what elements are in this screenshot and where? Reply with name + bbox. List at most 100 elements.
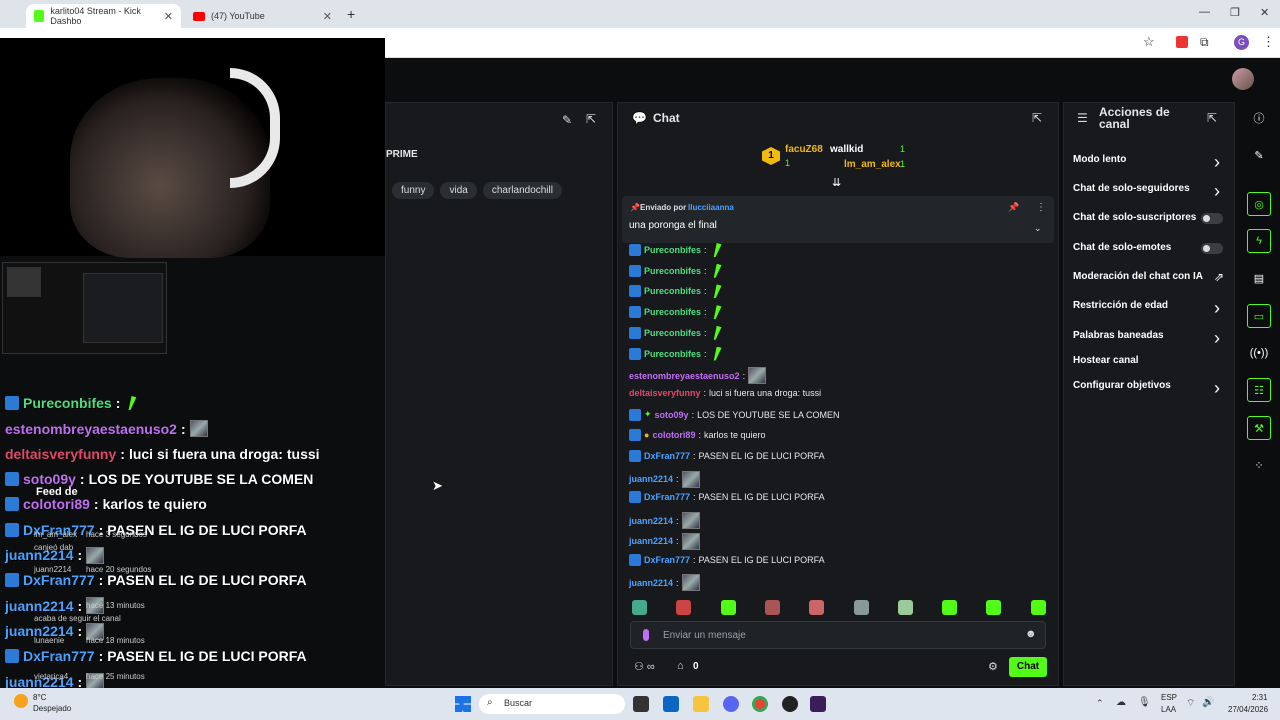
action-hostear-canal[interactable]: Hostear canal [1073, 355, 1139, 366]
chat-username[interactable]: Pureconbifes [644, 266, 701, 276]
chevron-right-icon[interactable]: › [1214, 378, 1220, 399]
wrench-icon[interactable]: ⚒ [1247, 416, 1271, 440]
emote-shortcut-icon[interactable] [676, 600, 692, 615]
chat-input[interactable]: Enviar un mensaje [663, 630, 746, 641]
emoji-icon[interactable]: ☻ [1025, 628, 1037, 640]
weather-icon[interactable] [14, 694, 28, 708]
action-restricci-n-de-edad[interactable]: Restricción de edad [1073, 300, 1168, 311]
minimize-button[interactable]: — [1199, 6, 1210, 18]
discord-icon[interactable] [723, 696, 739, 712]
chat-username[interactable]: Pureconbifes [644, 328, 701, 338]
pinned-menu-icon[interactable]: ⋮ [1036, 202, 1046, 213]
expand-leaderboard-icon[interactable]: ⇊ [832, 176, 841, 189]
new-tab-button[interactable]: + [347, 6, 355, 22]
extensions-puzzle-icon[interactable]: ⧉ [1200, 35, 1209, 50]
popout-icon[interactable]: ⇱ [586, 112, 596, 126]
leaderboard-name[interactable]: facuZ68 [785, 144, 823, 155]
app-icon[interactable] [810, 696, 826, 712]
pinned-author[interactable]: llucciiaanna [688, 203, 734, 212]
apps-icon[interactable]: ⁘ [1247, 453, 1271, 477]
lightning-icon[interactable]: ϟ [1247, 229, 1271, 253]
external-link-icon[interactable]: ⇗ [1214, 270, 1224, 284]
chat-username[interactable]: juann2214 [629, 516, 673, 526]
clock-date[interactable]: 27/04/2026 [1228, 705, 1268, 714]
user-avatar[interactable] [1232, 68, 1254, 90]
network-icon[interactable]: ☁ [1116, 697, 1126, 708]
chat-username[interactable]: DxFran777 [644, 492, 690, 502]
chat-username[interactable]: soto09y [655, 410, 689, 420]
chat-username[interactable]: colotori89 [652, 430, 695, 440]
emote-shortcut-icon[interactable] [853, 600, 869, 615]
chevron-right-icon[interactable]: › [1214, 181, 1220, 202]
toggle-switch[interactable] [1201, 243, 1223, 254]
maximize-button[interactable]: ❐ [1230, 6, 1240, 19]
channel-points-icon[interactable]: ⚇ ∞ [634, 660, 655, 673]
chevron-right-icon[interactable]: › [1214, 298, 1220, 319]
leaderboard-name[interactable]: lm_am_alex [844, 159, 901, 170]
close-tab-icon[interactable]: ✕ [323, 10, 332, 23]
chat-username[interactable]: juann2214 [629, 474, 673, 484]
action-chat-de-solo-suscriptores[interactable]: Chat de solo-suscriptores [1073, 212, 1196, 223]
tag[interactable]: vida [440, 182, 477, 199]
store-icon[interactable] [663, 696, 679, 712]
emote-shortcut-icon[interactable] [720, 600, 736, 615]
language-indicator[interactable]: ESP [1161, 693, 1177, 702]
edit-icon[interactable]: ✎ [562, 113, 572, 127]
toggle-switch[interactable] [1201, 213, 1223, 224]
chat-username[interactable]: Pureconbifes [644, 245, 701, 255]
chat-username[interactable]: Pureconbifes [644, 286, 701, 296]
emote-shortcut-icon[interactable] [809, 600, 825, 615]
camera-icon[interactable]: ◎ [1247, 192, 1271, 216]
obs-icon[interactable] [782, 696, 798, 712]
send-chat-button[interactable]: Chat [1009, 657, 1047, 677]
action-chat-de-solo-seguidores[interactable]: Chat de solo-seguidores [1073, 183, 1190, 194]
action-modo-lento[interactable]: Modo lento [1073, 154, 1126, 165]
close-window-button[interactable]: ✕ [1260, 6, 1269, 19]
wifi-icon[interactable]: ⌔ [1186, 697, 1195, 710]
folder-icon[interactable] [693, 696, 709, 712]
show-hidden-icons[interactable]: ⌃ [1096, 698, 1104, 709]
chat-icon[interactable]: ▭ [1247, 304, 1271, 328]
clock-time[interactable]: 2:31 [1252, 693, 1268, 702]
action-configurar-objetivos[interactable]: Configurar objetivos [1073, 380, 1171, 391]
tag[interactable]: funny [392, 182, 435, 199]
chevron-right-icon[interactable]: › [1214, 328, 1220, 349]
emote-shortcut-icon[interactable] [897, 600, 913, 615]
extension-icon[interactable] [1176, 36, 1188, 48]
pencil-icon[interactable]: ✎ [1247, 143, 1271, 167]
emote-shortcut-icon[interactable] [764, 600, 780, 615]
profile-avatar[interactable]: G [1234, 35, 1249, 50]
broadcast-icon[interactable]: ((•)) [1247, 341, 1271, 365]
info-icon[interactable]: ⓘ [1247, 106, 1271, 130]
volume-icon[interactable]: 🔊 [1202, 697, 1214, 708]
mic-icon[interactable] [643, 629, 649, 641]
task-view-icon[interactable] [633, 696, 649, 712]
mic-tray-icon[interactable]: 🎙 [1138, 697, 1151, 708]
chat-username[interactable]: DxFran777 [644, 451, 690, 461]
layout-icon[interactable]: ☷ [1247, 378, 1271, 402]
chat-username[interactable]: deltaisveryfunny [629, 388, 701, 398]
browser-menu-icon[interactable]: ⋮ [1262, 34, 1275, 50]
action-palabras-baneadas[interactable]: Palabras baneadas [1073, 330, 1164, 341]
gift-icon[interactable]: ⌂ [677, 660, 684, 672]
chat-username[interactable]: estenombreyaestaenuso2 [629, 371, 740, 381]
tab-youtube[interactable]: (47) YouTube ✕ [185, 4, 340, 28]
close-tab-icon[interactable]: ✕ [164, 10, 173, 23]
chat-username[interactable]: juann2214 [629, 578, 673, 588]
expand-pinned-icon[interactable]: ⌄ [1034, 223, 1042, 234]
chat-username[interactable]: Pureconbifes [644, 349, 701, 359]
emote-shortcut-icon[interactable] [632, 600, 647, 615]
action-chat-de-solo-emotes[interactable]: Chat de solo-emotes [1073, 242, 1171, 253]
bookmark-star-icon[interactable]: ☆ [1143, 34, 1155, 50]
chevron-right-icon[interactable]: › [1214, 152, 1220, 173]
chat-popout-icon[interactable]: ⇱ [1032, 111, 1042, 125]
unpin-icon[interactable]: 📌 [1008, 202, 1019, 213]
tag[interactable]: charlandochill [482, 182, 562, 199]
leaderboard-name[interactable]: wallkid [830, 144, 863, 155]
chat-username[interactable]: juann2214 [629, 536, 673, 546]
emote-shortcut-icon[interactable] [942, 600, 958, 615]
chat-settings-icon[interactable]: ⚙ [988, 660, 998, 673]
action-moderaci-n-del-chat-con-ia[interactable]: Moderación del chat con IA [1073, 271, 1203, 282]
taskbar-search[interactable]: ⌕ Buscar [479, 694, 625, 714]
document-icon[interactable]: ▤ [1247, 266, 1271, 290]
